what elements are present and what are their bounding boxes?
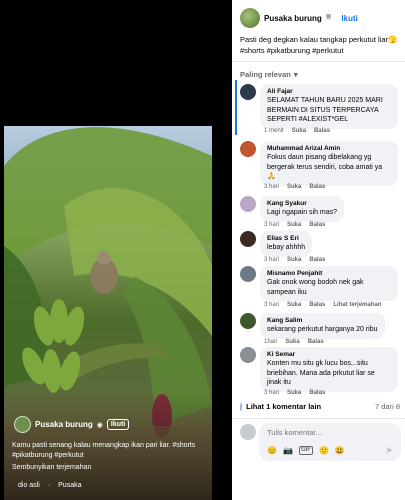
commenter-avatar[interactable]: [240, 141, 256, 157]
comment-actions: 3 hari Suka Balas Lihat terjemahan: [264, 302, 381, 308]
commenter-avatar[interactable]: [240, 84, 256, 100]
comment-actions: 3 hari Suka Balas: [264, 257, 325, 263]
comment-text: lebay ahhhh: [267, 244, 306, 251]
like-button[interactable]: Suka: [292, 128, 306, 134]
globe-icon: ◉: [96, 421, 103, 429]
like-button[interactable]: Suka: [287, 302, 301, 308]
post-description: Pasti deg degkan kalau tangkap perkutut …: [240, 35, 398, 55]
comment-bubble: Misnamo Penjahit Gak onok wong bodoh nek…: [260, 266, 398, 302]
video-channel-avatar[interactable]: [14, 416, 31, 433]
like-button[interactable]: Suka: [287, 390, 301, 396]
comment-bubble: Kang Syakur Lagi ngapain sih mas?: [260, 196, 345, 222]
comment-time[interactable]: 3 hari: [264, 257, 279, 263]
video-caption: Kamu pasti senang kalau menangkap ikan p…: [12, 442, 196, 459]
reply-button[interactable]: Balas: [309, 302, 325, 308]
reply-button[interactable]: Balas: [308, 339, 324, 345]
comment-bubble: Muhammad Arizal Amin Fokus daun pisang d…: [260, 141, 398, 186]
reply-button[interactable]: Balas: [309, 222, 325, 228]
video-channel-name[interactable]: Pusaka burung: [35, 420, 93, 429]
comments-panel: Pusaka burung 🌐︎ Ikuti Pasti deg degkan …: [232, 0, 405, 500]
commenter-avatar[interactable]: [240, 347, 256, 363]
video-area: Pusaka burung ◉ Ikuti Kamu pasti senang …: [0, 0, 232, 500]
divider: [232, 418, 405, 419]
video-bottom-bar: dio asli · Pusaka: [18, 482, 82, 489]
comment-bubble: Ki Semar Konten mu situ gk lucu bos...si…: [260, 347, 398, 392]
comment-author[interactable]: Elias S Eri: [267, 235, 305, 242]
comment-actions: 3 hari Suka Balas: [264, 184, 325, 190]
comment-time[interactable]: 1 menit: [264, 128, 284, 134]
more-comments-row: | Lihat 1 komentar lain 7 dari 8: [240, 402, 400, 411]
chevron-down-icon: ▾: [293, 70, 298, 79]
comment-bubble: Ali Fajar SELAMAT TAHUN BARU 2025 MARI B…: [260, 84, 398, 129]
reply-arrow-icon: |: [240, 402, 243, 411]
view-more-comments-link[interactable]: | Lihat 1 komentar lain: [240, 402, 321, 411]
reply-button[interactable]: Balas: [309, 184, 325, 190]
comment-time[interactable]: 3 hari: [264, 222, 279, 228]
commenter-avatar[interactable]: [240, 196, 256, 212]
comment-actions: 3 hari Suka Balas: [264, 390, 325, 396]
comment-text: SELAMAT TAHUN BARU 2025 MARI BERMAIN DI …: [267, 97, 383, 124]
comment-actions: 3 hari Suka Balas: [264, 222, 325, 228]
divider: [232, 61, 405, 62]
comment-text: Gak onok wong bodoh nek gak sampean iku: [267, 279, 364, 296]
comment-bubble: Elias S Eri lebay ahhhh: [260, 231, 313, 257]
comment-author[interactable]: Kang Syakur: [267, 200, 337, 207]
comment-time[interactable]: 3 hari: [264, 390, 279, 396]
comment-text: Fokus daun pisang dibelakang yg bergerak…: [267, 154, 383, 181]
comment-author[interactable]: Kang Salim: [267, 317, 378, 324]
view-more-label: Lihat 1 komentar lain: [246, 402, 322, 411]
comment-text: Konten mu situ gk lucu bos...situ briebi…: [267, 360, 375, 387]
current-user-avatar: [240, 424, 256, 440]
reply-button[interactable]: Balas: [309, 257, 325, 263]
comment-author[interactable]: Misnamo Penjahit: [267, 270, 391, 277]
like-button[interactable]: Suka: [287, 184, 301, 190]
comment-author[interactable]: Muhammad Arizal Amin: [267, 145, 391, 152]
comment-author[interactable]: Ki Semar: [267, 351, 391, 358]
send-icon[interactable]: ➤: [385, 445, 393, 456]
post-header: Pusaka burung 🌐︎ Ikuti: [240, 8, 358, 28]
comment-time[interactable]: 3 hari: [264, 184, 279, 190]
globe-icon: 🌐︎: [325, 14, 332, 21]
commenter-avatar[interactable]: [240, 231, 256, 247]
post-author-name[interactable]: Pusaka burung: [264, 14, 322, 23]
comment-actions: 1 menit Suka Balas: [264, 128, 330, 134]
highlight-thread-line: [235, 80, 237, 135]
composer-tools: 😊 📷 GIF 🙂 😃: [267, 446, 345, 455]
comment-composer[interactable]: 😊 📷 GIF 🙂 😃 ➤: [259, 423, 401, 461]
comment-bubble: Kang Salim sekarang perkutut harganya 20…: [260, 313, 385, 339]
avatar-sticker-icon[interactable]: 😃: [335, 446, 345, 455]
commenter-avatar[interactable]: [240, 266, 256, 282]
comment-actions: 1hari Suka Balas: [264, 339, 324, 345]
comment-text: Lagi ngapain sih mas?: [267, 209, 338, 216]
commenter-avatar[interactable]: [240, 313, 256, 329]
sort-label: Paling relevan: [240, 70, 291, 79]
like-button[interactable]: Suka: [285, 339, 299, 345]
like-button[interactable]: Suka: [287, 222, 301, 228]
sticker-icon[interactable]: 🙂: [319, 446, 329, 455]
gif-icon[interactable]: GIF: [298, 446, 313, 455]
reply-button[interactable]: Balas: [314, 128, 330, 134]
author-avatar[interactable]: [240, 8, 260, 28]
comment-text: sekarang perkutut harganya 20 ribu: [267, 326, 378, 333]
comment-time[interactable]: 1hari: [264, 339, 277, 345]
original-audio-label[interactable]: dio asli: [18, 482, 40, 489]
video-channel-row: Pusaka burung ◉ Ikuti: [14, 416, 130, 433]
sort-dropdown[interactable]: Paling relevan ▾: [240, 70, 298, 79]
comment-author[interactable]: Ali Fajar: [267, 88, 391, 95]
comment-count: 7 dari 8: [374, 402, 400, 411]
comment-time[interactable]: 3 hari: [264, 302, 279, 308]
emoji-icon[interactable]: 😊: [267, 446, 277, 455]
like-button[interactable]: Suka: [287, 257, 301, 263]
music-note-icon: ·: [47, 482, 51, 489]
video-follow-button[interactable]: Ikuti: [106, 419, 130, 430]
see-translation-link[interactable]: Lihat terjemahan: [333, 302, 381, 308]
follow-button[interactable]: Ikuti: [341, 14, 357, 23]
audio-source-label[interactable]: Pusaka: [58, 482, 81, 489]
hide-translation-link[interactable]: Sembunyikan terjemahan: [12, 464, 91, 471]
comment-input[interactable]: [267, 428, 395, 437]
reply-button[interactable]: Balas: [309, 390, 325, 396]
camera-icon[interactable]: 📷: [283, 446, 293, 455]
